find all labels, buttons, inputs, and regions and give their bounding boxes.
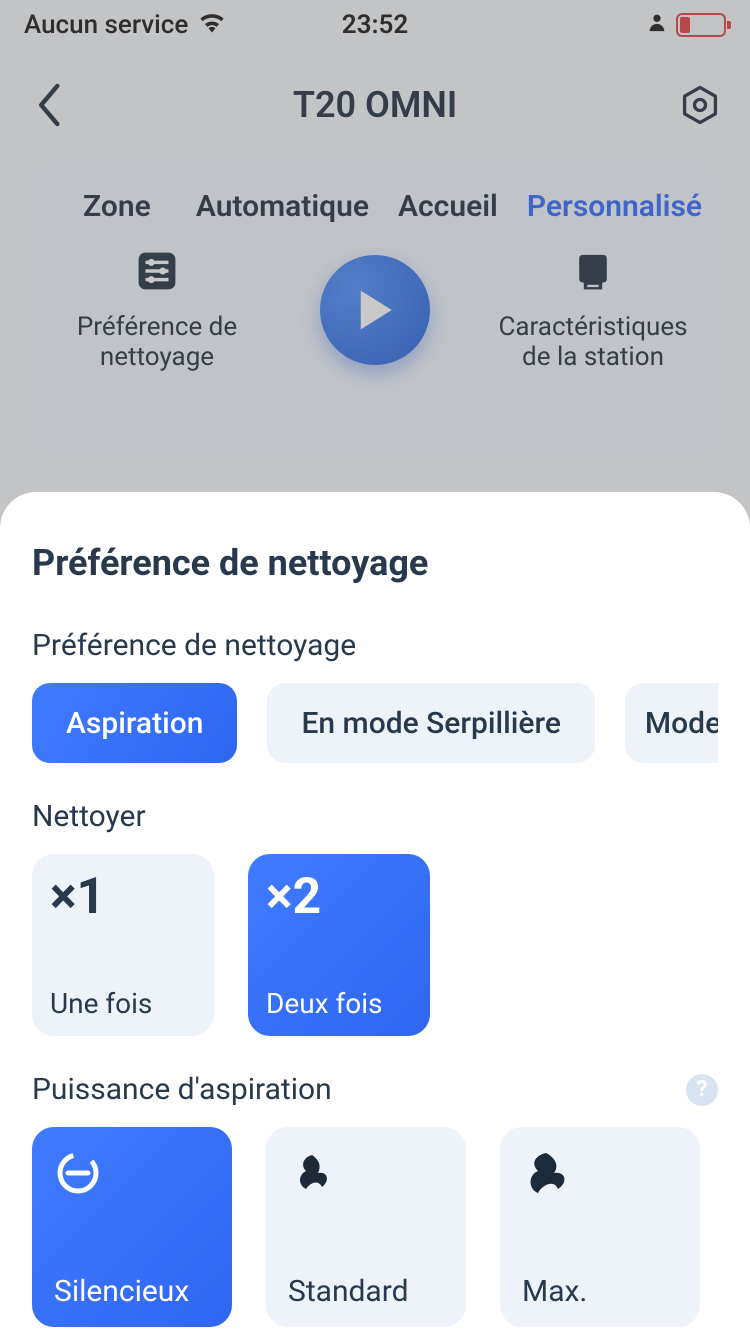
clean-once-label: Une fois — [50, 987, 196, 1020]
power-standard-label: Standard — [288, 1274, 448, 1309]
power-tile-row: Silencieux Standard Max. — [32, 1127, 718, 1327]
mode-chip-row: Aspiration En mode Serpillière Mode asp — [32, 683, 718, 763]
power-quiet-label: Silencieux — [54, 1274, 214, 1309]
clean-once-big: ×1 — [50, 872, 196, 922]
max-icon — [522, 1149, 570, 1197]
cleaning-pref-sheet: Préférence de nettoyage Préférence de ne… — [0, 492, 750, 1334]
power-section-header: Puissance d'aspiration ? — [32, 1072, 718, 1107]
clean-twice-big: ×2 — [266, 872, 412, 922]
power-max-tile[interactable]: Max. — [500, 1127, 700, 1327]
mode-section-label: Préférence de nettoyage — [32, 628, 718, 663]
quiet-icon — [54, 1149, 102, 1197]
standard-icon — [288, 1149, 336, 1197]
mode-combo-chip[interactable]: Mode asp — [625, 683, 718, 763]
power-quiet-tile[interactable]: Silencieux — [32, 1127, 232, 1327]
clean-once-tile[interactable]: ×1 Une fois — [32, 854, 214, 1036]
help-icon[interactable]: ? — [686, 1074, 718, 1106]
clean-tile-row: ×1 Une fois ×2 Deux fois — [32, 854, 718, 1036]
sheet-title: Préférence de nettoyage — [32, 542, 718, 584]
clean-twice-tile[interactable]: ×2 Deux fois — [248, 854, 430, 1036]
power-standard-tile[interactable]: Standard — [266, 1127, 466, 1327]
mode-mop-chip[interactable]: En mode Serpillière — [267, 683, 594, 763]
power-section-label: Puissance d'aspiration — [32, 1072, 332, 1107]
clean-twice-label: Deux fois — [266, 987, 412, 1020]
clean-section-label: Nettoyer — [32, 799, 718, 834]
power-max-label: Max. — [522, 1274, 682, 1309]
mode-vacuum-chip[interactable]: Aspiration — [32, 683, 237, 763]
